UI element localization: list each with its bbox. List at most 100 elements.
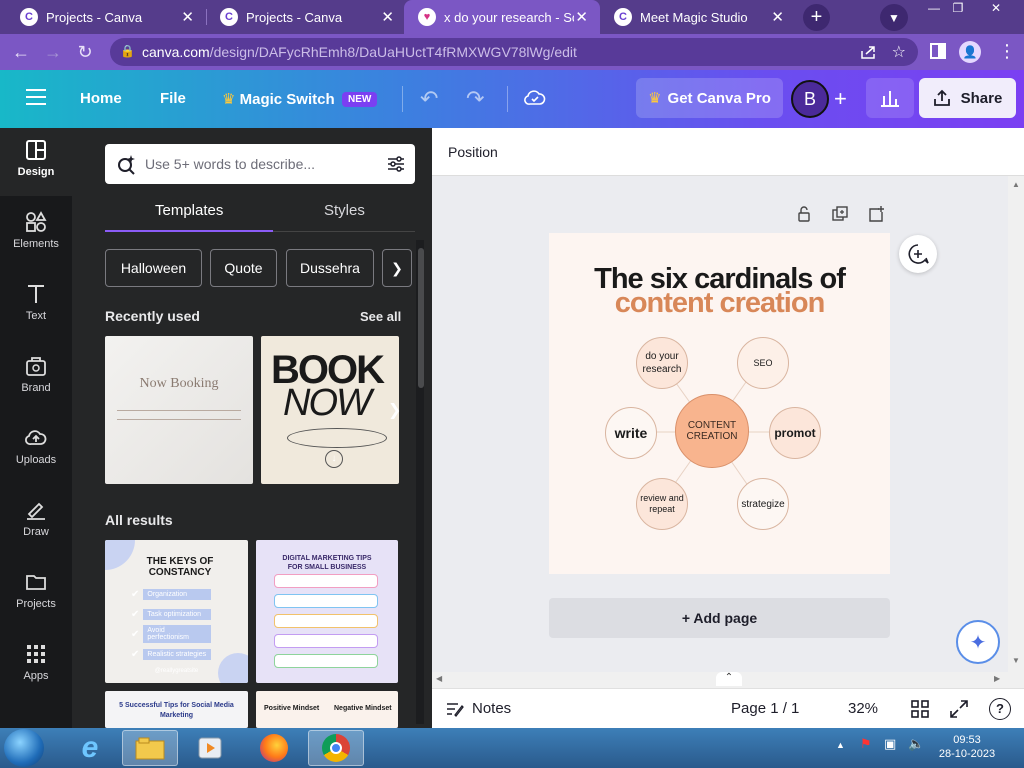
restore-window-icon[interactable]: ❐ [946, 1, 970, 17]
chrome-icon[interactable] [308, 730, 364, 766]
canvas-vertical-scrollbar[interactable]: ▲ ▼ [1008, 176, 1024, 688]
media-player-icon[interactable] [182, 730, 238, 766]
design-page[interactable]: The six cardinals of content creation CO… [549, 233, 890, 574]
see-all-link[interactable]: See all [360, 309, 401, 324]
page-indicator[interactable]: Page 1 / 1 [731, 700, 799, 717]
rail-item-elements[interactable]: Elements [0, 200, 72, 268]
network-icon[interactable]: ▣ [884, 736, 896, 752]
canvas-horizontal-scrollbar[interactable]: ◀ ▶ ⌃ [432, 672, 1008, 688]
minimize-window-icon[interactable]: — [922, 1, 946, 17]
browser-tab-projects-2[interactable]: C Projects - Canva ✕ [206, 0, 406, 34]
action-center-flag-icon[interactable]: ⚑ [860, 736, 872, 752]
template-thumb-digital-marketing[interactable]: DIGITAL MARKETING TIPS FOR SMALL BUSINES… [256, 540, 398, 683]
taskbar-clock[interactable]: 09:53 28-10-2023 [932, 733, 1002, 761]
file-menu-button[interactable]: File [160, 90, 186, 107]
undo-icon[interactable]: ↶ [420, 86, 438, 112]
duplicate-page-icon[interactable] [832, 206, 848, 222]
notes-icon[interactable] [446, 701, 464, 717]
scroll-down-icon[interactable]: ▼ [1012, 656, 1020, 665]
forward-arrow-icon[interactable]: → [42, 41, 64, 63]
carousel-next-chevron-icon[interactable]: ❯ [388, 400, 401, 420]
rail-item-design[interactable]: Design [0, 128, 72, 196]
scroll-right-icon[interactable]: ▶ [994, 674, 1000, 683]
new-tab-button[interactable]: + [803, 4, 830, 31]
browser-profile-icon[interactable]: 👤 [959, 41, 981, 63]
rail-item-text[interactable]: Text [0, 272, 72, 340]
share-page-icon[interactable] [860, 45, 876, 59]
rail-item-draw[interactable]: Draw [0, 488, 72, 556]
position-button[interactable]: Position [448, 144, 498, 160]
add-page-button[interactable]: + Add page [549, 598, 890, 638]
chips-next-chevron-icon[interactable]: ❯ [382, 249, 412, 287]
rail-item-apps[interactable]: Apps [0, 632, 72, 700]
template-thumb-keys-of-constancy[interactable]: THE KEYS OF CONSTANCY ✔ Organization ✔ Tas… [105, 540, 248, 683]
get-canva-pro-button[interactable]: ♛ Get Canva Pro [636, 78, 783, 118]
back-arrow-icon[interactable]: ← [10, 41, 32, 63]
brand-icon [26, 357, 46, 376]
add-page-icon[interactable] [868, 206, 884, 222]
rail-item-uploads[interactable]: Uploads [0, 416, 72, 484]
close-window-icon[interactable]: ✕ [984, 1, 1008, 17]
tab-templates[interactable]: Templates [155, 202, 223, 219]
magic-assistant-sparkle-icon[interactable]: ✦ [956, 620, 1000, 664]
panel-scrollbar-thumb[interactable] [418, 248, 424, 388]
scroll-up-icon[interactable]: ▲ [1012, 180, 1020, 189]
insights-chart-button[interactable] [866, 78, 914, 118]
file-explorer-icon[interactable] [122, 730, 178, 766]
node-review[interactable]: review and repeat [636, 478, 688, 530]
show-hidden-icons-icon[interactable]: ▲ [836, 740, 845, 750]
add-member-icon[interactable]: + [834, 86, 847, 112]
filter-sliders-icon[interactable] [387, 155, 405, 173]
chip-quote[interactable]: Quote [210, 249, 277, 287]
node-write[interactable]: write [605, 407, 657, 459]
close-tab-icon[interactable]: ✕ [575, 8, 588, 26]
cloud-saved-icon[interactable] [524, 88, 546, 108]
scroll-left-icon[interactable]: ◀ [436, 674, 442, 683]
url-field[interactable]: 🔒 canva.com/design/DAFycRhEmh8/DaUaHUctT… [110, 38, 918, 66]
internet-explorer-icon[interactable]: e [62, 730, 118, 766]
chip-dussehra[interactable]: Dussehra [286, 249, 374, 287]
browser-menu-icon[interactable]: ⋮ [998, 41, 1016, 62]
node-research[interactable]: do your research [636, 337, 688, 389]
notes-button[interactable]: Notes [472, 700, 511, 717]
share-button[interactable]: Share [919, 78, 1016, 118]
volume-icon[interactable]: 🔈 [908, 736, 924, 752]
close-tab-icon[interactable]: ✕ [181, 8, 194, 26]
node-seo[interactable]: SEO [737, 337, 789, 389]
template-thumb-social-media[interactable]: 5 Successful Tips for Social Media Marke… [105, 691, 248, 728]
fullscreen-icon[interactable] [950, 700, 968, 718]
browser-tab-magic-studio[interactable]: C Meet Magic Studio ✕ [600, 0, 796, 34]
user-avatar[interactable]: B [791, 80, 829, 118]
zoom-level[interactable]: 32% [848, 700, 878, 717]
redo-icon[interactable]: ↷ [466, 86, 484, 112]
chip-halloween[interactable]: Halloween [105, 249, 202, 287]
close-tab-icon[interactable]: ✕ [771, 8, 784, 26]
template-thumb-now-booking[interactable]: Now Booking [105, 336, 253, 484]
center-node[interactable]: CONTENT CREATION [675, 394, 749, 468]
hamburger-menu-icon[interactable] [26, 89, 46, 107]
rail-item-brand[interactable]: Brand [0, 344, 72, 412]
node-promot[interactable]: promot [769, 407, 821, 459]
tab-search-chevron-icon[interactable]: ▼ [880, 4, 908, 31]
home-button[interactable]: Home [80, 90, 122, 107]
template-thumb-book-now[interactable]: BOOK NOW ↓ [261, 336, 399, 484]
bookmark-star-icon[interactable]: ☆ [892, 42, 906, 62]
lock-page-icon[interactable] [796, 206, 812, 222]
help-icon[interactable]: ? [989, 698, 1011, 720]
add-comment-button[interactable] [899, 235, 937, 273]
expand-pages-chevron-icon[interactable]: ⌃ [716, 672, 742, 686]
template-thumb-mindset[interactable]: Positive Mindset Negative Mindset [256, 691, 398, 728]
browser-tab-active[interactable]: ♥ x do your research - Soci ✕ [404, 0, 600, 34]
windows-start-button[interactable] [4, 729, 44, 767]
rail-item-projects[interactable]: Projects [0, 560, 72, 628]
sidebar-toggle-icon[interactable] [930, 43, 946, 59]
browser-tab-projects-1[interactable]: C Projects - Canva ✕ [6, 0, 206, 34]
node-strategize[interactable]: strategize [737, 478, 789, 530]
grid-view-icon[interactable] [911, 700, 929, 718]
template-search-input[interactable]: Use 5+ words to describe... [105, 144, 415, 184]
magic-switch-button[interactable]: ♛ Magic Switch [222, 90, 335, 108]
firefox-icon[interactable] [246, 730, 302, 766]
reload-icon[interactable]: ↻ [74, 41, 96, 63]
tab-styles[interactable]: Styles [324, 202, 365, 219]
close-tab-icon[interactable]: ✕ [381, 8, 394, 26]
